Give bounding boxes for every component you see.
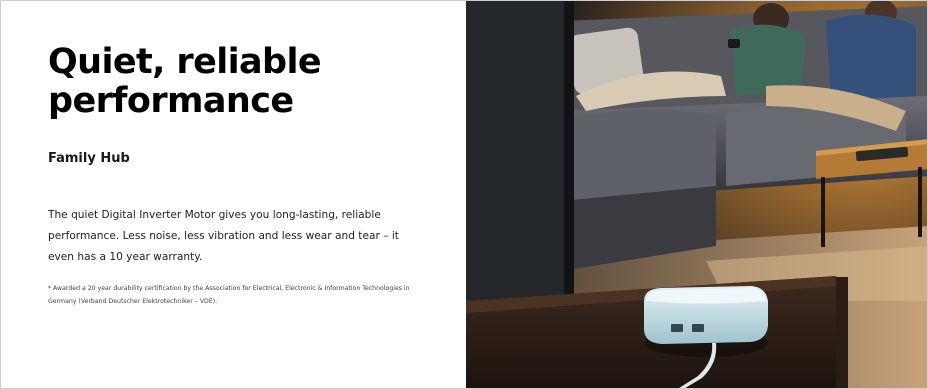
product-subtitle: Family Hub [48,151,130,166]
headline: Quiet, reliable performance [48,42,322,121]
lifestyle-photo-illustration [466,1,927,388]
promo-banner: Quiet, reliable performance Family Hub T… [0,0,928,389]
lifestyle-photo [466,1,927,388]
tv-panel-icon [466,1,574,301]
feature-description: The quiet Digital Inverter Motor gives y… [48,209,399,263]
certification-footnote: * Awarded a 20 year durability certifica… [48,285,410,305]
text-panel: Quiet, reliable performance Family Hub T… [1,1,466,388]
